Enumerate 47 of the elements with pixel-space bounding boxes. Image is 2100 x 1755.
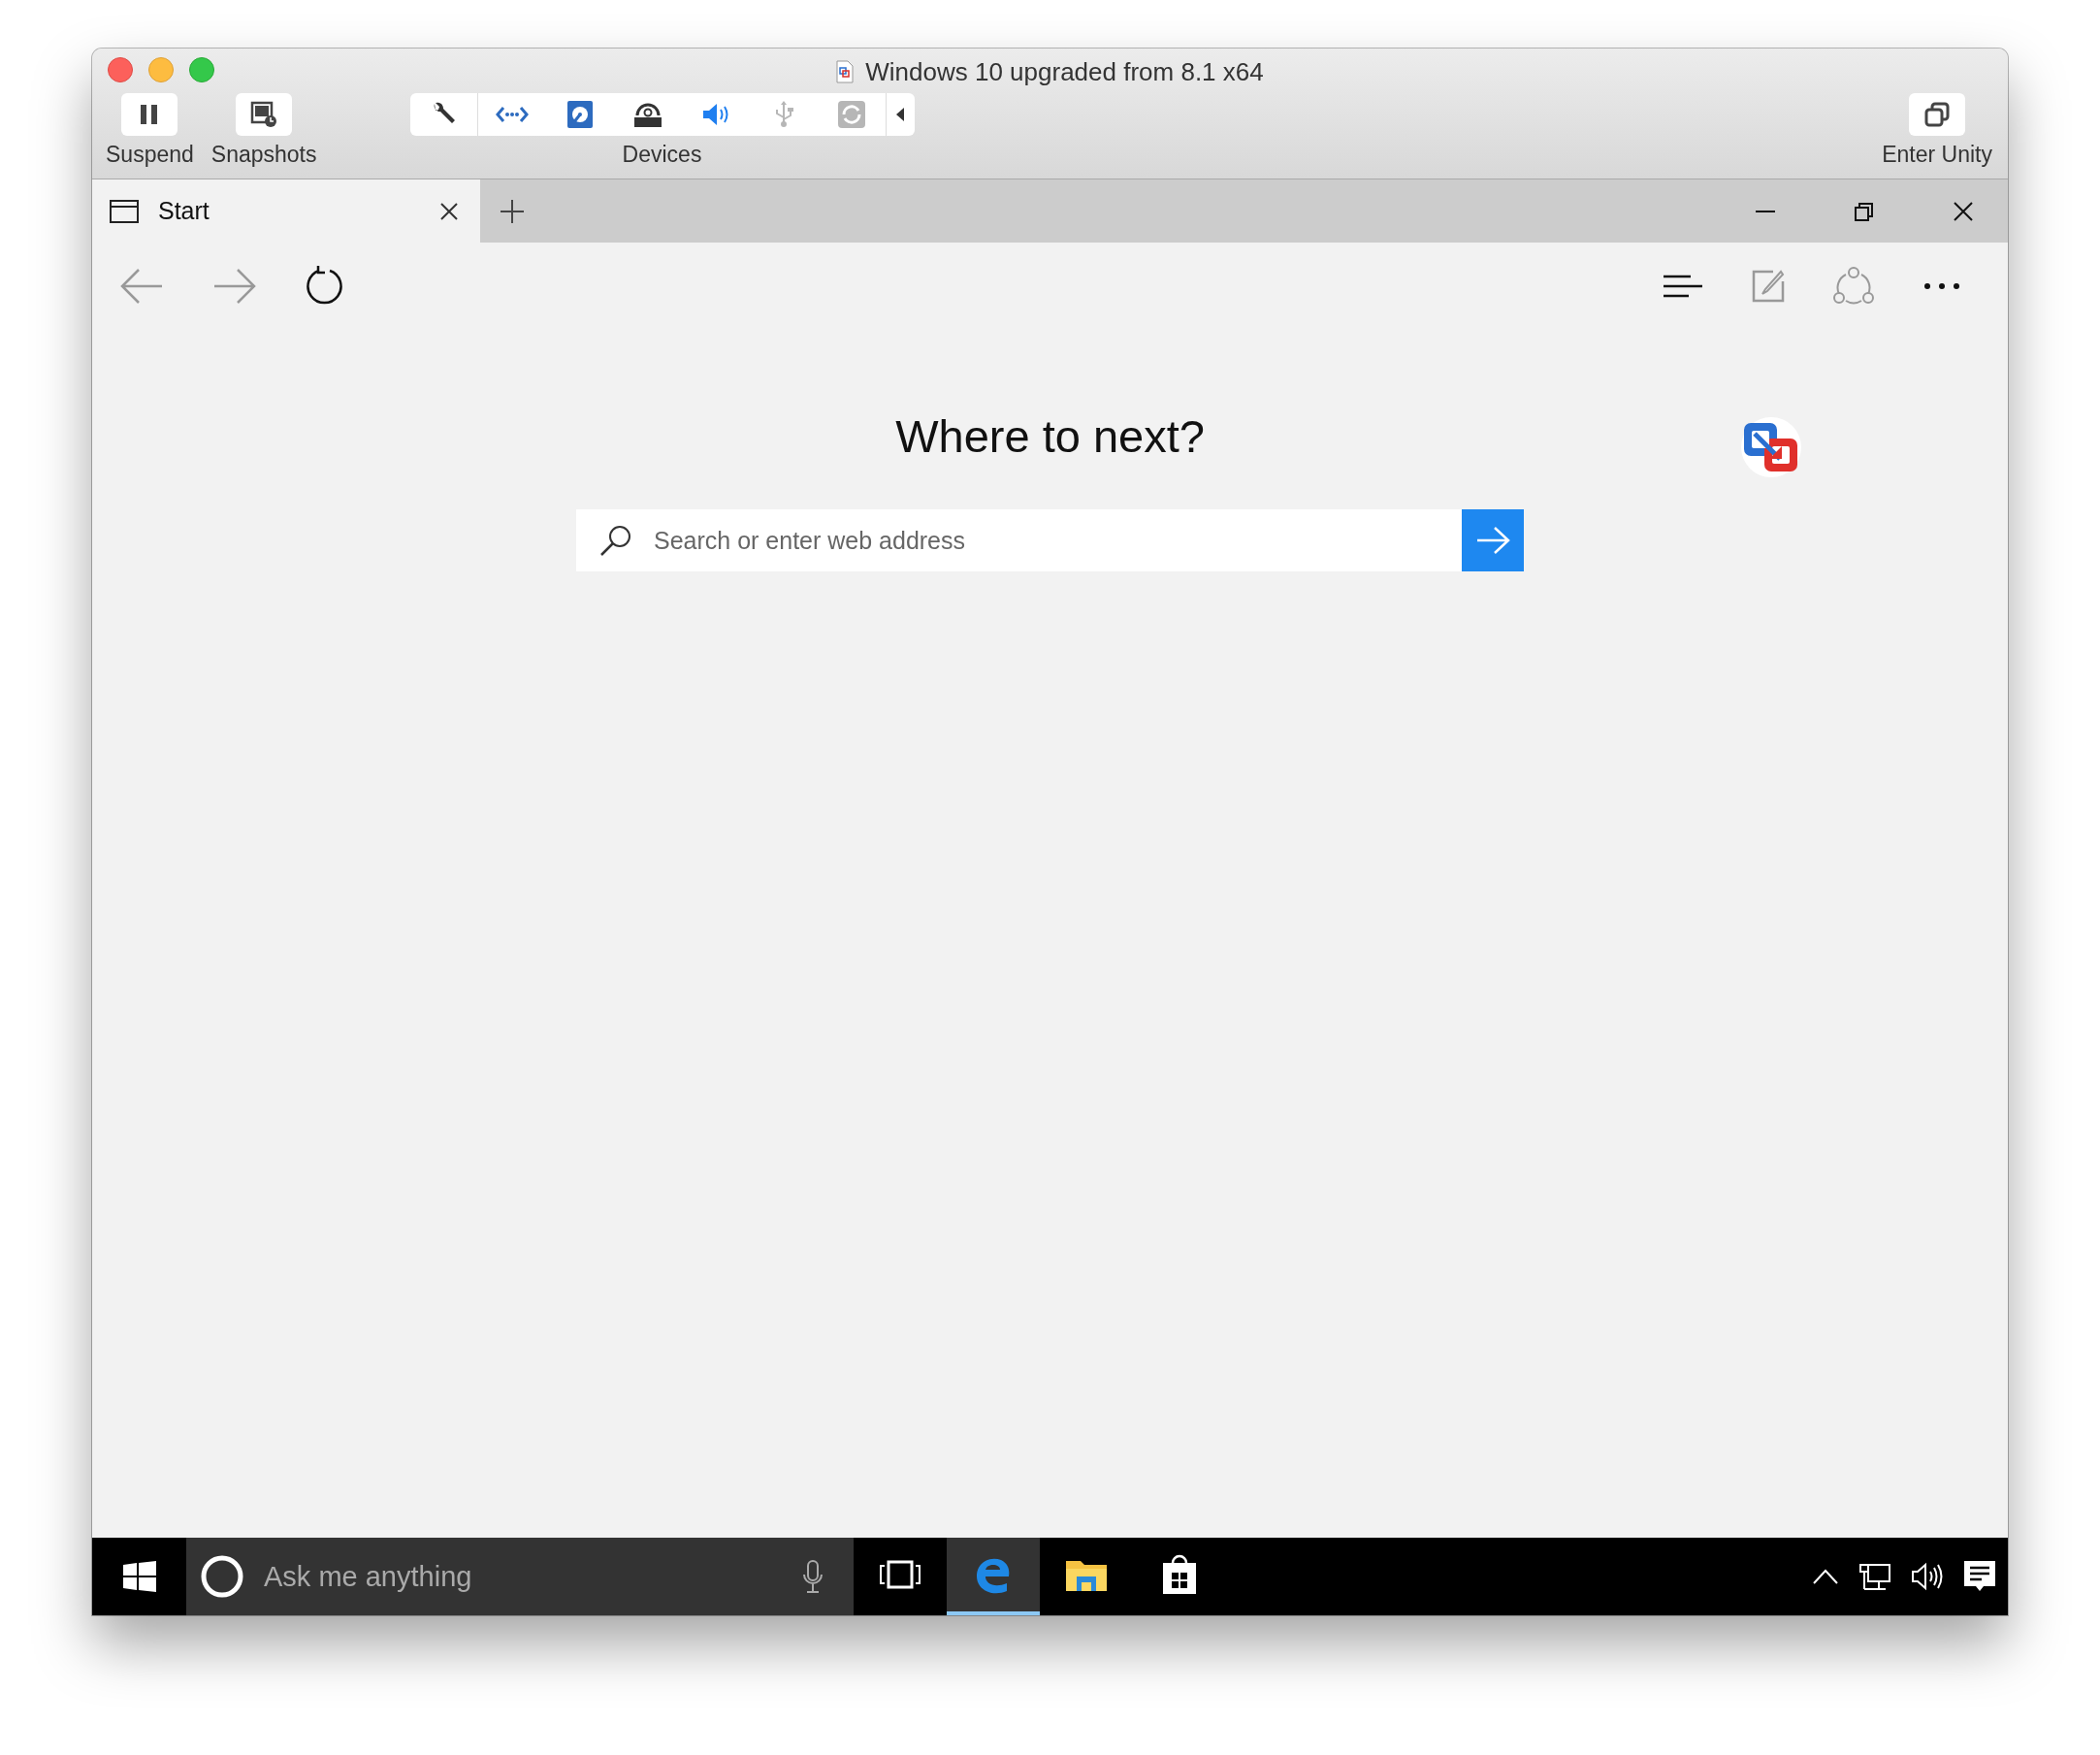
close-tab-icon[interactable] — [439, 201, 459, 221]
network-adapter-icon — [495, 105, 529, 124]
caret-icon — [895, 107, 905, 122]
hub-icon[interactable] — [1663, 273, 1703, 300]
document-icon — [836, 60, 855, 83]
network-icon[interactable] — [1858, 1562, 1891, 1591]
enter-unity-button[interactable] — [1909, 93, 1966, 136]
close-icon[interactable] — [1953, 200, 1974, 222]
share-icon[interactable] — [1833, 266, 1874, 307]
search-icon — [599, 524, 632, 557]
disc-drive-icon — [632, 102, 662, 127]
page-icon — [110, 199, 139, 223]
chevron-up-icon[interactable] — [1812, 1568, 1839, 1585]
shopping-bag-icon — [1160, 1553, 1199, 1596]
edge-taskbar-button[interactable] — [947, 1538, 1040, 1615]
go-button[interactable] — [1462, 509, 1524, 571]
window-title: Windows 10 upgraded from 8.1 x64 — [865, 56, 1264, 87]
enter-unity-label: Enter Unity — [1882, 142, 1992, 168]
close-button[interactable] — [108, 57, 133, 82]
overlapping-windows-icon — [1923, 101, 1952, 128]
search-field[interactable]: Search or enter web address — [576, 509, 1462, 571]
back-arrow-icon[interactable] — [119, 267, 164, 306]
speaker-icon[interactable] — [1911, 1562, 1944, 1591]
more-icon[interactable] — [1922, 281, 1961, 291]
circle-icon — [200, 1554, 244, 1599]
restore-icon[interactable] — [1854, 200, 1875, 222]
arrow-right-icon — [1475, 526, 1510, 555]
snapshot-icon — [250, 101, 278, 128]
speaker-icon — [700, 102, 730, 127]
microphone-icon[interactable] — [801, 1559, 824, 1594]
forward-arrow-icon[interactable] — [212, 267, 257, 306]
note-icon[interactable] — [1752, 270, 1785, 303]
sync-icon — [837, 101, 865, 128]
windows-logo-icon — [122, 1561, 156, 1592]
notification-icon[interactable] — [1963, 1560, 1996, 1593]
refresh-icon[interactable] — [306, 266, 344, 307]
cortana-search-field[interactable]: Ask me anything — [186, 1538, 854, 1615]
new-tab-icon[interactable] — [500, 198, 525, 224]
snapshots-label: Snapshots — [210, 142, 317, 168]
suspend-label: Suspend — [106, 142, 194, 168]
suspend-button[interactable] — [121, 93, 178, 136]
browser-tab[interactable]: Start — [92, 179, 480, 243]
snapshots-button[interactable] — [236, 93, 293, 136]
heading: Where to next? — [895, 409, 1205, 463]
task-view-icon — [879, 1559, 921, 1590]
app-logo-icon — [1741, 417, 1801, 477]
devices-label: Devices — [622, 142, 702, 168]
